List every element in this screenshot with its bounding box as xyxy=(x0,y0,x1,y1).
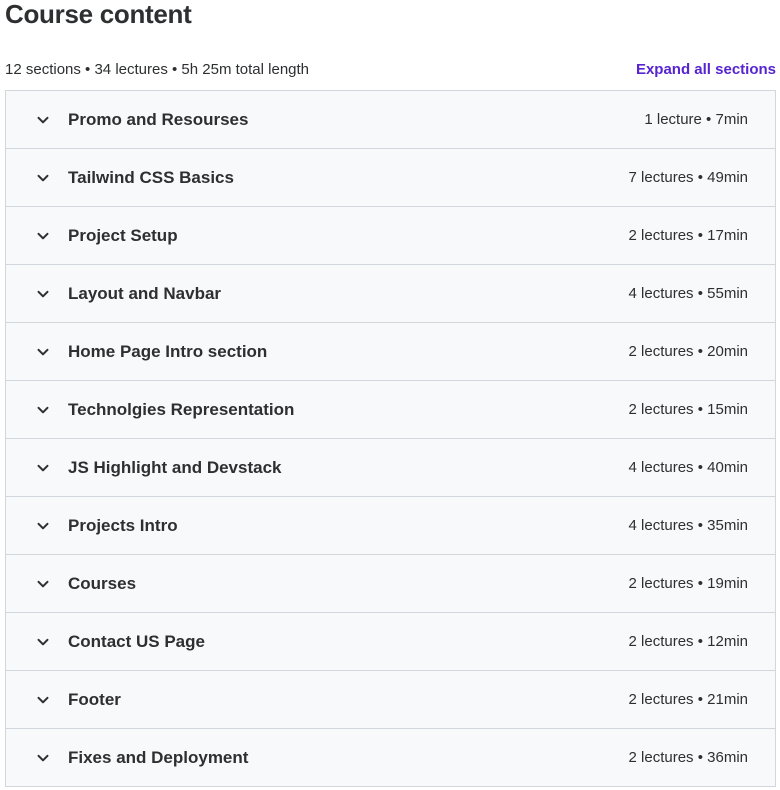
section-meta: 2 lectures • 17min xyxy=(628,227,748,244)
section-title: JS Highlight and Devstack xyxy=(68,457,282,477)
chevron-down-icon xyxy=(35,344,51,360)
section-title: Layout and Navbar xyxy=(68,283,222,303)
section-meta: 7 lectures • 49min xyxy=(628,169,748,186)
chevron-down-icon xyxy=(35,750,51,766)
expand-all-sections-button[interactable]: Expand all sections xyxy=(636,61,776,78)
section-meta: 2 lectures • 15min xyxy=(628,401,748,418)
section-row[interactable]: Layout and Navbar 4 lectures • 55min xyxy=(6,265,775,323)
section-title: Technolgies Representation xyxy=(68,399,295,419)
section-meta: 2 lectures • 20min xyxy=(628,343,748,360)
course-content-panel: Course content 12 sections • 34 lectures… xyxy=(0,0,780,790)
section-row[interactable]: Tailwind CSS Basics 7 lectures • 49min xyxy=(6,149,775,207)
chevron-down-icon xyxy=(35,460,51,476)
section-row[interactable]: Contact US Page 2 lectures • 12min xyxy=(6,613,775,671)
section-title: Projects Intro xyxy=(68,515,178,535)
section-row[interactable]: Courses 2 lectures • 19min xyxy=(6,555,775,613)
section-meta: 4 lectures • 55min xyxy=(628,285,748,302)
section-title: Promo and Resourses xyxy=(68,109,249,129)
section-row[interactable]: Footer 2 lectures • 21min xyxy=(6,671,775,729)
section-row[interactable]: Home Page Intro section 2 lectures • 20mi… xyxy=(6,323,775,381)
chevron-down-icon xyxy=(35,286,51,302)
section-title: Footer xyxy=(68,689,121,709)
section-row[interactable]: Technolgies Representation 2 lectures • 1… xyxy=(6,381,775,439)
section-title: Courses xyxy=(68,573,137,593)
course-summary: 12 sections • 34 lectures • 5h 25m total… xyxy=(5,60,310,78)
section-meta: 2 lectures • 36min xyxy=(628,749,748,766)
chevron-down-icon xyxy=(35,692,51,708)
section-row[interactable]: Project Setup 2 lectures • 17min xyxy=(6,207,775,265)
section-meta: 2 lectures • 12min xyxy=(628,633,748,650)
section-meta: 1 lecture • 7min xyxy=(644,111,748,128)
chevron-down-icon xyxy=(35,402,51,418)
section-title: Project Setup xyxy=(68,225,178,245)
section-meta: 4 lectures • 40min xyxy=(628,459,748,476)
section-title: Tailwind CSS Basics xyxy=(68,167,234,187)
chevron-down-icon xyxy=(35,228,51,244)
section-title: Home Page Intro section xyxy=(68,341,268,361)
chevron-down-icon xyxy=(35,518,51,534)
chevron-down-icon xyxy=(35,112,51,128)
section-meta: 2 lectures • 19min xyxy=(628,575,748,592)
chevron-down-icon xyxy=(35,170,51,186)
section-row[interactable]: JS Highlight and Devstack 4 lectures • 40… xyxy=(6,439,775,497)
page-title: Course content xyxy=(5,0,192,29)
section-title: Contact US Page xyxy=(68,631,205,651)
section-row[interactable]: Projects Intro 4 lectures • 35min xyxy=(6,497,775,555)
section-row[interactable]: Promo and Resourses 1 lecture • 7min xyxy=(6,91,775,149)
course-summary-row: 12 sections • 34 lectures • 5h 25m total… xyxy=(5,58,776,80)
section-row[interactable]: Fixes and Deployment 2 lectures • 36min xyxy=(6,729,775,786)
chevron-down-icon xyxy=(35,576,51,592)
section-meta: 4 lectures • 35min xyxy=(628,517,748,534)
sections-list: Promo and Resourses 1 lecture • 7min Tailw… xyxy=(5,90,776,787)
section-meta: 2 lectures • 21min xyxy=(628,691,748,708)
section-title: Fixes and Deployment xyxy=(68,747,249,767)
chevron-down-icon xyxy=(35,634,51,650)
